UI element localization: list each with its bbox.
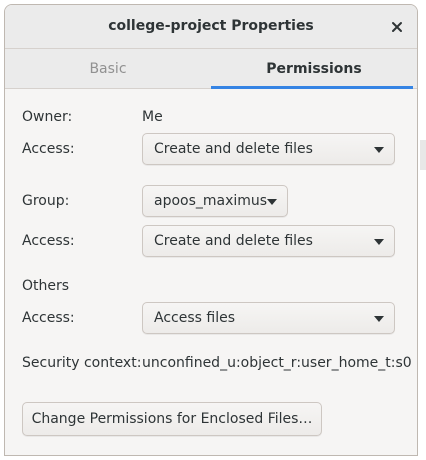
change-enclosed-permissions-button[interactable]: Change Permissions for Enclosed Files… [22,402,322,436]
close-icon [392,22,402,32]
tab-basic[interactable]: Basic [5,49,211,88]
background-window-edge [420,140,426,170]
group-value: apoos_maximus [154,193,268,209]
chevron-down-icon [374,147,384,153]
owner-access-label: Access: [22,141,75,157]
group-access-value: Create and delete files [154,233,313,249]
group-access-label: Access: [22,233,75,249]
others-access-label: Access: [22,310,75,326]
window-title: college-project Properties [108,18,314,34]
group-label: Group: [22,193,70,209]
security-context-label: Security context: [22,355,142,371]
others-access-dropdown[interactable]: Access files [142,302,395,334]
title-bar[interactable]: college-project Properties [5,5,417,49]
properties-dialog: college-project Properties Basic Permiss… [4,4,418,456]
chevron-down-icon [374,239,384,245]
others-access-value: Access files [154,310,235,326]
permissions-panel: Owner: Me Access: Create and delete file… [5,89,417,455]
owner-access-dropdown[interactable]: Create and delete files [142,133,395,165]
chevron-down-icon [267,199,277,205]
owner-value: Me [142,109,163,125]
others-label: Others [22,278,70,294]
owner-label: Owner: [22,109,73,125]
owner-access-value: Create and delete files [154,141,313,157]
tab-bar: Basic Permissions [5,49,417,89]
tab-permissions[interactable]: Permissions [211,49,417,89]
group-dropdown[interactable]: apoos_maximus [142,185,288,217]
close-button[interactable] [385,15,409,39]
security-context-value: unconfined_u:object_r:user_home_t:s0 [142,355,412,371]
chevron-down-icon [374,316,384,322]
group-access-dropdown[interactable]: Create and delete files [142,225,395,257]
